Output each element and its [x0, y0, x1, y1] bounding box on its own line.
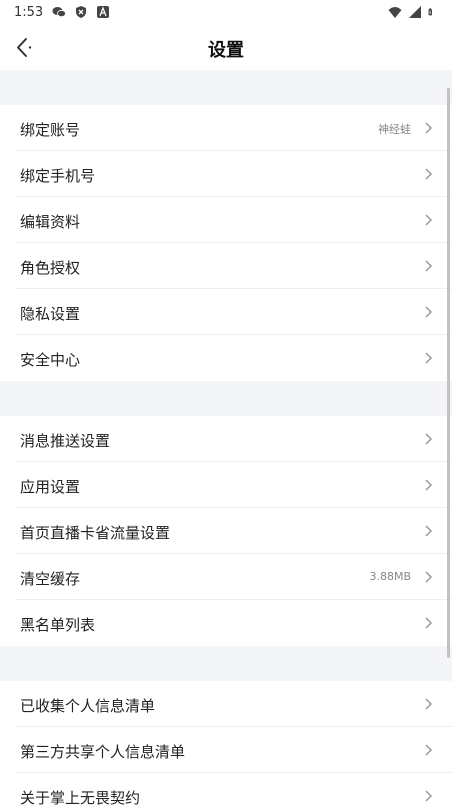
setting-label: 绑定手机号: [20, 167, 96, 185]
setting-label: 应用设置: [20, 478, 81, 496]
setting-label: 绑定账号: [20, 121, 81, 139]
chevron-right-icon: [425, 306, 433, 318]
setting-blacklist[interactable]: 黑名单列表: [0, 600, 452, 646]
setting-about-app[interactable]: 关于掌上无畏契约: [0, 773, 452, 805]
font-icon: [97, 6, 109, 18]
setting-live-card-data-saver[interactable]: 首页直播卡省流量设置: [0, 508, 452, 554]
setting-label: 已收集个人信息清单: [20, 697, 156, 715]
chevron-right-icon: [425, 122, 433, 134]
shield-icon: [76, 6, 86, 18]
wifi-icon: [388, 7, 402, 18]
chevron-right-icon: [425, 168, 433, 180]
section-gap: [0, 646, 452, 681]
setting-label: 消息推送设置: [20, 432, 111, 450]
chevron-right-icon: [425, 260, 433, 272]
setting-bind-phone[interactable]: 绑定手机号: [0, 151, 452, 197]
settings-list[interactable]: 绑定账号 神经蛙 绑定手机号 编辑资料 角色授权 隐私设置 安全中心 消息推送设…: [0, 70, 452, 805]
setting-label: 安全中心: [20, 351, 81, 369]
header-bar: 设置: [0, 26, 452, 70]
setting-privacy[interactable]: 隐私设置: [0, 289, 452, 335]
cache-size-value: 3.88MB: [369, 570, 411, 583]
wechat-icon: [52, 7, 66, 18]
chevron-right-icon: [425, 571, 433, 583]
signal-icon: [409, 6, 421, 18]
settings-group-info: 已收集个人信息清单 第三方共享个人信息清单 关于掌上无畏契约: [0, 681, 452, 805]
setting-label: 首页直播卡省流量设置: [20, 524, 171, 542]
status-bar: 1:53: [0, 0, 452, 26]
chevron-right-icon: [425, 214, 433, 226]
settings-group-app: 消息推送设置 应用设置 首页直播卡省流量设置 清空缓存 3.88MB 黑名单列表: [0, 416, 452, 646]
battery-icon: [428, 8, 432, 16]
section-gap: [0, 381, 452, 416]
settings-group-account: 绑定账号 神经蛙 绑定手机号 编辑资料 角色授权 隐私设置 安全中心: [0, 105, 452, 381]
setting-label: 关于掌上无畏契约: [20, 789, 141, 805]
setting-app-settings[interactable]: 应用设置: [0, 462, 452, 508]
status-time: 1:53: [14, 5, 44, 20]
chevron-right-icon: [425, 352, 433, 364]
setting-label: 第三方共享个人信息清单: [20, 743, 186, 761]
setting-security-center[interactable]: 安全中心: [0, 335, 452, 381]
scrollbar[interactable]: [447, 88, 450, 658]
setting-value: 神经蛙: [378, 123, 411, 136]
setting-label: 隐私设置: [20, 305, 81, 323]
chevron-right-icon: [425, 479, 433, 491]
setting-label: 黑名单列表: [20, 616, 96, 634]
chevron-right-icon: [425, 525, 433, 537]
setting-clear-cache[interactable]: 清空缓存 3.88MB: [0, 554, 452, 600]
chevron-right-icon: [425, 433, 433, 445]
notification-icons: [52, 5, 110, 19]
setting-label: 清空缓存: [20, 570, 81, 588]
system-icons: [388, 5, 436, 19]
chevron-right-icon: [425, 617, 433, 629]
chevron-right-icon: [425, 698, 433, 710]
setting-push-notifications[interactable]: 消息推送设置: [0, 416, 452, 462]
section-gap: [0, 70, 452, 105]
setting-label: 角色授权: [20, 259, 81, 277]
chevron-right-icon: [425, 790, 433, 802]
chevron-right-icon: [425, 744, 433, 756]
setting-role-authorization[interactable]: 角色授权: [0, 243, 452, 289]
setting-collected-info-list[interactable]: 已收集个人信息清单: [0, 681, 452, 727]
setting-label: 编辑资料: [20, 213, 81, 231]
page-title: 设置: [208, 40, 244, 61]
setting-bind-account[interactable]: 绑定账号 神经蛙: [0, 105, 452, 151]
setting-third-party-sharing-list[interactable]: 第三方共享个人信息清单: [0, 727, 452, 773]
setting-edit-profile[interactable]: 编辑资料: [0, 197, 452, 243]
